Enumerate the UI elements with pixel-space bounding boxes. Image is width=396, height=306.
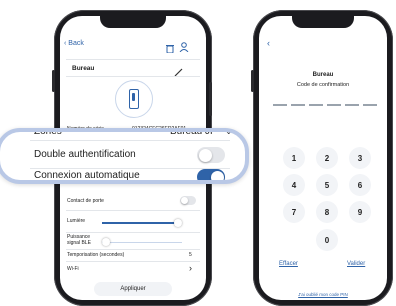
slider-thumb[interactable] bbox=[102, 238, 110, 246]
pin-slot bbox=[273, 104, 287, 106]
wifi-label: Wi-Fi bbox=[67, 266, 79, 272]
lumiere-label: Lumière bbox=[67, 218, 86, 224]
chevron-left-icon: ‹ bbox=[64, 40, 67, 47]
double-auth-toggle[interactable] bbox=[197, 147, 225, 163]
forgot-pin-link[interactable]: J'ai oublié mon code PIN bbox=[259, 292, 387, 297]
power-button bbox=[209, 82, 212, 116]
connexion-auto-toggle[interactable] bbox=[197, 169, 225, 180]
back-button[interactable]: ‹ bbox=[267, 38, 270, 48]
divider bbox=[66, 210, 200, 211]
divider bbox=[30, 168, 230, 169]
chevron-down-icon[interactable]: ⌄ bbox=[225, 132, 233, 137]
pin-title: Bureau bbox=[312, 72, 334, 78]
volume-button bbox=[251, 70, 254, 92]
key-4[interactable]: 4 bbox=[283, 174, 305, 196]
slider-track bbox=[102, 241, 182, 243]
pin-subtitle: Code de confirmation bbox=[296, 82, 350, 88]
notch bbox=[100, 16, 166, 28]
puissance-slider[interactable] bbox=[102, 238, 182, 246]
trash-icon[interactable] bbox=[166, 40, 174, 54]
key-7[interactable]: 7 bbox=[283, 201, 305, 223]
divider bbox=[66, 59, 200, 60]
back-button[interactable]: ‹ Back bbox=[64, 40, 84, 47]
temporisation-value[interactable]: 5 bbox=[189, 252, 192, 258]
key-8[interactable]: 8 bbox=[316, 201, 338, 223]
pin-slot bbox=[309, 104, 323, 106]
zones-label: Zones bbox=[34, 128, 62, 137]
edit-icon[interactable] bbox=[174, 64, 183, 77]
slider-fill bbox=[102, 222, 178, 224]
key-9[interactable]: 9 bbox=[349, 201, 371, 223]
key-1[interactable]: 1 bbox=[283, 147, 305, 169]
pin-slot bbox=[345, 104, 359, 106]
contact-porte-toggle[interactable] bbox=[180, 196, 196, 205]
connexion-auto-label: Connexion automatique bbox=[34, 170, 140, 181]
key-0[interactable]: 0 bbox=[316, 229, 338, 251]
key-5[interactable]: 5 bbox=[316, 174, 338, 196]
contact-porte-label: Contact de porte bbox=[67, 198, 104, 204]
temporisation-label: Temporisation (secondes) bbox=[67, 252, 125, 258]
puissance-label: Puissance signal BLE bbox=[67, 234, 91, 246]
lumiere-slider[interactable] bbox=[102, 219, 182, 227]
divider bbox=[66, 76, 200, 77]
right-phone: ‹ Bureau Code de confirmation 1 2 3 4 5 … bbox=[251, 10, 393, 306]
divider bbox=[30, 140, 230, 141]
notch bbox=[292, 16, 354, 28]
validate-button[interactable]: Valider bbox=[347, 261, 365, 267]
pin-slot bbox=[291, 104, 305, 106]
device-illustration bbox=[115, 80, 153, 118]
user-icon[interactable] bbox=[179, 39, 189, 53]
pin-slot bbox=[363, 104, 377, 106]
key-6[interactable]: 6 bbox=[349, 174, 371, 196]
clear-button[interactable]: Effacer bbox=[279, 261, 298, 267]
slider-thumb[interactable] bbox=[174, 219, 182, 227]
divider bbox=[66, 249, 200, 250]
right-screen: ‹ Bureau Code de confirmation 1 2 3 4 5 … bbox=[259, 16, 387, 300]
device-icon bbox=[129, 89, 139, 109]
zoom-callout: Zones Bureau JP ⌄ Double authentificatio… bbox=[0, 128, 249, 184]
double-auth-label: Double authentification bbox=[34, 149, 136, 160]
divider bbox=[66, 232, 200, 233]
key-2[interactable]: 2 bbox=[316, 147, 338, 169]
key-3[interactable]: 3 bbox=[349, 147, 371, 169]
apply-button[interactable]: Appliquer bbox=[94, 282, 172, 296]
chevron-right-icon[interactable]: › bbox=[189, 263, 192, 273]
pin-slot bbox=[327, 104, 341, 106]
divider bbox=[66, 261, 200, 262]
zones-value[interactable]: Bureau JP bbox=[170, 132, 217, 137]
volume-button bbox=[52, 70, 55, 92]
device-name: Bureau bbox=[72, 65, 95, 72]
